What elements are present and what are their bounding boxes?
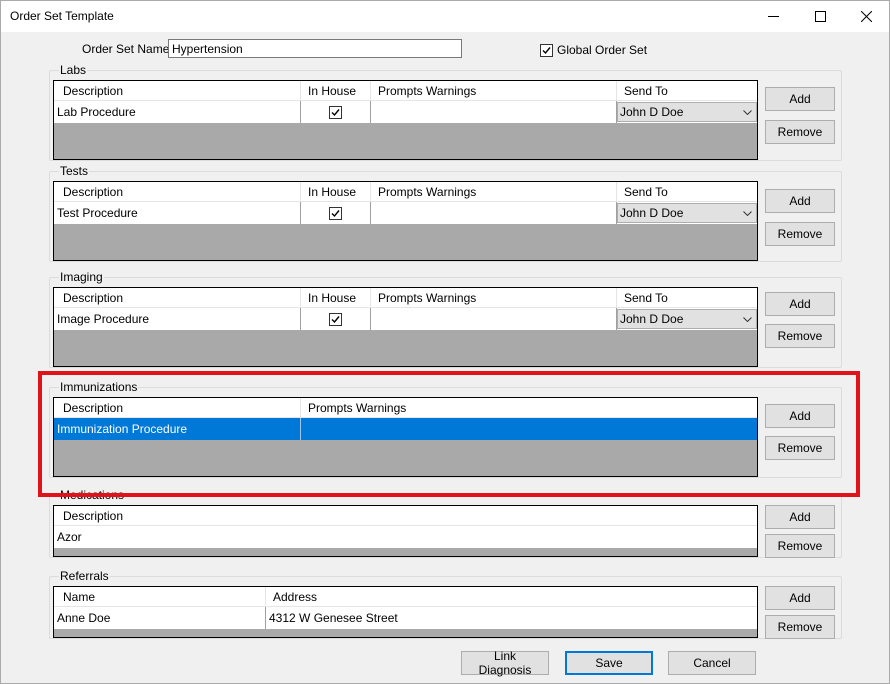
column-header-in-house[interactable]: In House [301,81,371,100]
cell-description[interactable]: Azor [54,526,757,548]
global-order-set-label: Global Order Set [557,43,648,57]
send-to-value: John D Doe [620,105,684,119]
medications-grid[interactable]: Description Azor [53,505,758,557]
link-diagnosis-button[interactable]: Link Diagnosis [461,649,549,677]
cell-in-house[interactable] [301,308,371,330]
checkmark-icon [331,209,340,217]
grid-header: Description In House Prompts Warnings Se… [54,81,757,101]
chevron-down-icon[interactable] [739,103,756,121]
maximize-icon [814,11,826,22]
cell-name[interactable]: Anne Doe [54,607,266,629]
cell-prompts-warnings[interactable] [371,101,617,123]
in-house-checkbox[interactable] [329,312,342,326]
send-to-combobox[interactable]: John D Doe [617,203,757,223]
title-bar: Order Set Template [1,1,889,32]
close-button[interactable] [843,1,889,32]
send-to-combobox[interactable]: John D Doe [617,102,757,122]
maximize-button[interactable] [797,1,843,32]
checkmark-icon [542,47,551,55]
column-header-send-to[interactable]: Send To [617,81,757,100]
minimize-button[interactable] [750,1,796,32]
medications-add-button[interactable]: Add [765,505,835,529]
checkmark-icon [331,108,340,116]
referrals-group-title: Referrals [59,569,110,583]
cell-description[interactable]: Image Procedure [54,308,301,330]
tests-remove-button[interactable]: Remove [765,222,835,246]
table-row[interactable]: Azor [54,526,757,548]
column-header-in-house[interactable]: In House [301,182,371,201]
labs-add-button[interactable]: Add [765,87,835,111]
cancel-button[interactable]: Cancel [668,651,756,675]
cell-address[interactable]: 4312 W Genesee Street [266,607,757,629]
referrals-grid[interactable]: Name Address Anne Doe 4312 W Genesee Str… [53,586,758,638]
order-set-name-label: Order Set Name [82,42,170,56]
column-header-send-to[interactable]: Send To [617,182,757,201]
table-row[interactable]: Image Procedure John D Doe [54,308,757,330]
grid-header: Description [54,506,757,526]
column-header-description[interactable]: Description [54,288,301,307]
highlight-box [38,371,860,497]
column-header-in-house[interactable]: In House [301,288,371,307]
grid-header: Description In House Prompts Warnings Se… [54,288,757,308]
tests-add-button[interactable]: Add [765,189,835,213]
send-to-value: John D Doe [620,312,684,326]
labs-group-title: Labs [59,63,88,77]
global-order-set-checkbox[interactable] [540,44,553,57]
cell-description[interactable]: Test Procedure [54,202,301,224]
referrals-remove-button[interactable]: Remove [765,615,835,639]
chevron-down-icon[interactable] [739,310,756,328]
column-header-prompts-warnings[interactable]: Prompts Warnings [371,81,617,100]
cell-description[interactable]: Lab Procedure [54,101,301,123]
column-header-name[interactable]: Name [54,587,266,606]
close-icon [860,11,872,22]
grid-header: Name Address [54,587,757,607]
cell-in-house[interactable] [301,101,371,123]
grid-header: Description In House Prompts Warnings Se… [54,182,757,202]
imaging-grid[interactable]: Description In House Prompts Warnings Se… [53,287,758,367]
cell-in-house[interactable] [301,202,371,224]
column-header-prompts-warnings[interactable]: Prompts Warnings [371,182,617,201]
column-header-description[interactable]: Description [54,182,301,201]
in-house-checkbox[interactable] [329,206,342,220]
column-header-address[interactable]: Address [266,587,757,606]
minimize-icon [767,16,779,17]
send-to-value: John D Doe [620,206,684,220]
order-set-template-window: Order Set Template Order Set Name Hypert… [0,0,890,684]
labs-remove-button[interactable]: Remove [765,120,835,144]
window-title: Order Set Template [10,9,114,23]
medications-remove-button[interactable]: Remove [765,534,835,558]
in-house-checkbox[interactable] [329,105,342,119]
imaging-group-title: Imaging [59,270,104,284]
column-header-description[interactable]: Description [54,506,757,525]
cell-prompts-warnings[interactable] [371,202,617,224]
column-header-prompts-warnings[interactable]: Prompts Warnings [371,288,617,307]
order-set-name-input[interactable]: Hypertension [168,39,462,58]
referrals-add-button[interactable]: Add [765,586,835,610]
send-to-combobox[interactable]: John D Doe [617,309,757,329]
imaging-remove-button[interactable]: Remove [765,324,835,348]
table-row[interactable]: Lab Procedure John D Doe [54,101,757,123]
save-button[interactable]: Save [565,651,653,675]
table-row[interactable]: Anne Doe 4312 W Genesee Street [54,607,757,629]
column-header-send-to[interactable]: Send To [617,288,757,307]
cell-prompts-warnings[interactable] [371,308,617,330]
labs-grid[interactable]: Description In House Prompts Warnings Se… [53,80,758,160]
column-header-description[interactable]: Description [54,81,301,100]
tests-grid[interactable]: Description In House Prompts Warnings Se… [53,181,758,261]
imaging-add-button[interactable]: Add [765,292,835,316]
table-row[interactable]: Test Procedure John D Doe [54,202,757,224]
checkmark-icon [331,315,340,323]
chevron-down-icon[interactable] [739,204,756,222]
tests-group-title: Tests [59,164,90,178]
